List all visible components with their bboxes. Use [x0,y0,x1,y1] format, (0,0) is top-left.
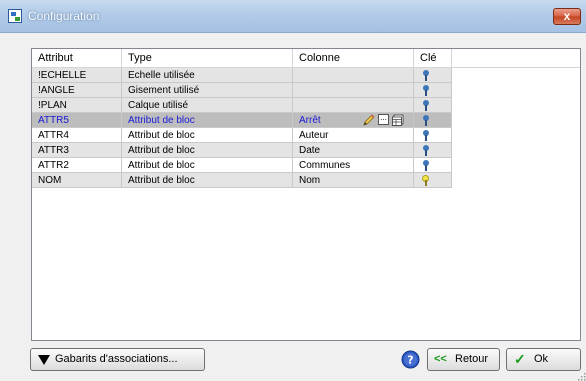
table-row-selected[interactable]: ATTR5 Attribut de bloc Arrêt ... [32,113,452,128]
column-header-attribut[interactable]: Attribut [32,49,122,67]
cell-attribut: !ECHELLE [32,68,122,83]
cell-cle[interactable] [414,83,452,98]
gabarits-associations-button[interactable]: Gabarits d'associations... [30,348,205,371]
blue-key-icon[interactable] [423,145,429,157]
cell-attribut: !ANGLE [32,83,122,98]
cell-cle[interactable] [414,173,452,188]
cell-cle[interactable] [414,143,452,158]
double-left-arrow-icon: << [434,353,447,365]
column-header-colonne[interactable]: Colonne [293,49,414,67]
cell-attribut: ATTR3 [32,143,122,158]
blue-key-icon[interactable] [423,130,429,142]
cell-attribut: ATTR5 [32,113,122,128]
table-row[interactable]: ATTR4 Attribut de bloc Auteur [32,128,452,143]
cell-cle[interactable] [414,68,452,83]
table-row[interactable]: !PLAN Calque utilisé [32,98,452,113]
blue-key-icon[interactable] [423,100,429,112]
retour-button-label: Retour [455,353,489,365]
table-row[interactable]: ATTR3 Attribut de bloc Date [32,143,452,158]
cell-attribut: ATTR2 [32,158,122,173]
table-sheet-icon[interactable] [392,114,404,126]
title-bar[interactable]: Configuration x [0,0,586,33]
gabarits-button-label: Gabarits d'associations... [55,353,178,365]
attribute-grid[interactable]: Attribut Type Colonne Clé !ECHELLE Echel… [31,48,581,341]
table-row[interactable]: !ANGLE Gisement utilisé [32,83,452,98]
cell-colonne[interactable] [293,68,414,83]
checkmark-icon: ✓ [514,351,526,367]
pencil-icon[interactable] [363,114,375,126]
cell-cle[interactable] [414,128,452,143]
ellipsis-icon[interactable]: ... [378,114,389,125]
table-row[interactable]: ATTR2 Attribut de bloc Communes [32,158,452,173]
cell-colonne[interactable]: Auteur [293,128,414,143]
help-icon[interactable]: ? [401,350,420,369]
cell-type: Attribut de bloc [122,128,293,143]
column-header-type[interactable]: Type [122,49,293,67]
table-row[interactable]: !ECHELLE Echelle utilisée [32,68,452,83]
cell-colonne[interactable]: Date [293,143,414,158]
blue-key-icon[interactable] [423,160,429,172]
blue-key-icon[interactable] [423,70,429,82]
retour-button[interactable]: << Retour [427,348,500,371]
cell-type: Attribut de bloc [122,173,293,188]
cell-attribut: NOM [32,173,122,188]
table-row[interactable]: NOM Attribut de bloc Nom [32,173,452,188]
cell-type: Echelle utilisée [122,68,293,83]
cell-type: Gisement utilisé [122,83,293,98]
cell-attribut: !PLAN [32,98,122,113]
blue-key-icon[interactable] [423,115,429,127]
cell-colonne[interactable] [293,98,414,113]
cell-type: Attribut de bloc [122,143,293,158]
grid-header: Attribut Type Colonne Clé [32,49,580,68]
cell-colonne[interactable] [293,83,414,98]
ok-button[interactable]: ✓ Ok [506,348,581,371]
yellow-key-icon[interactable] [422,175,429,187]
cell-cle[interactable] [414,158,452,173]
blue-key-icon[interactable] [423,85,429,97]
close-button[interactable]: x [553,8,581,25]
svg-text:?: ? [407,354,413,367]
cell-colonne[interactable]: Communes [293,158,414,173]
cell-type: Calque utilisé [122,98,293,113]
resize-gripper-icon[interactable] [578,373,586,381]
cell-type: Attribut de bloc [122,158,293,173]
window-title: Configuration [28,9,100,23]
ok-button-label: Ok [534,353,549,365]
cell-colonne[interactable]: Nom [293,173,414,188]
cell-cle[interactable] [414,113,452,128]
cell-cle[interactable] [414,98,452,113]
cell-attribut: ATTR4 [32,128,122,143]
column-header-cle[interactable]: Clé [414,49,452,67]
app-icon [8,9,22,23]
cell-type: Attribut de bloc [122,113,293,128]
triangle-down-icon [38,355,50,365]
